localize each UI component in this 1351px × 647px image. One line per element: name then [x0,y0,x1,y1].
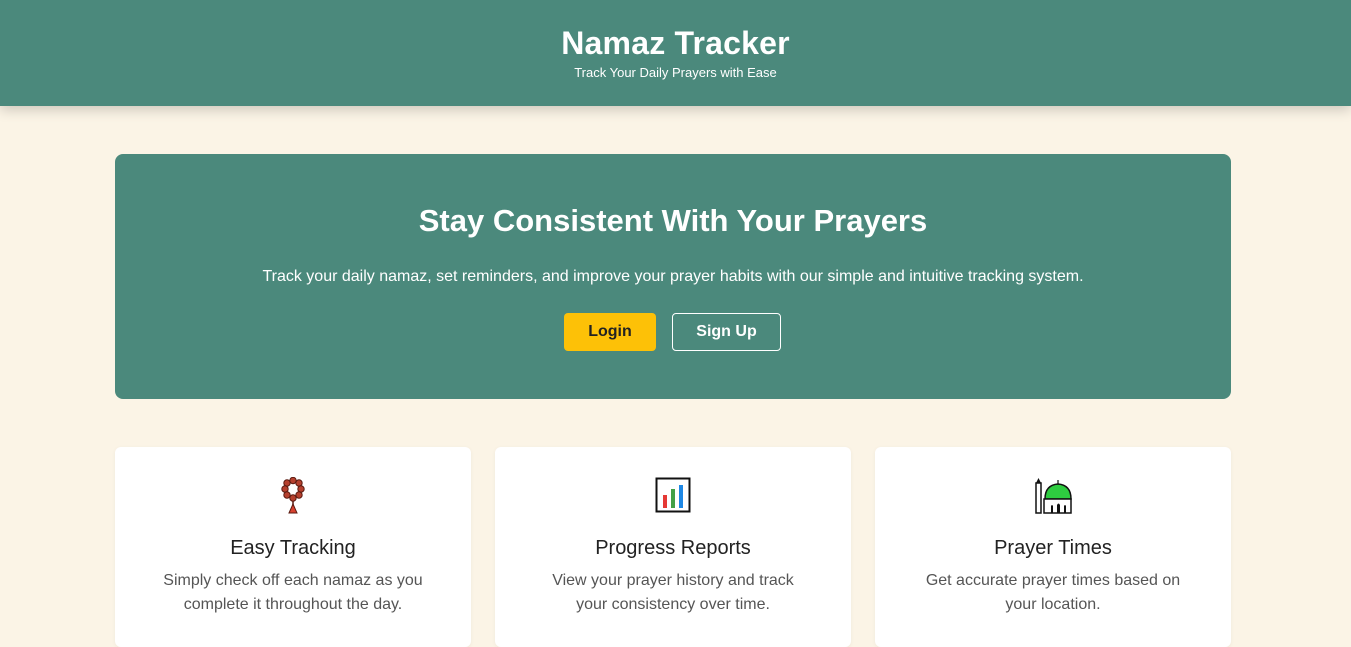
mosque-icon [875,477,1231,515]
hero-section: Stay Consistent With Your Prayers Track … [115,154,1231,399]
feature-description: Get accurate prayer times based on your … [925,572,1181,613]
prayer-beads-icon [115,477,471,515]
feature-card-progress-reports: Progress Reports View your prayer histor… [495,447,851,647]
feature-title: Prayer Times [994,537,1112,559]
feature-description: View your prayer history and track your … [552,572,794,613]
hero-description: Track your daily namaz, set reminders, a… [262,268,1084,285]
feature-card-prayer-times: Prayer Times Get accurate prayer times b… [875,447,1231,647]
site-title: Namaz Tracker [561,25,790,61]
feature-description: Simply check off each namaz as you compl… [163,572,423,613]
site-subtitle: Track Your Daily Prayers with Ease [574,65,777,80]
feature-card-easy-tracking: Easy Tracking Simply check off each nama… [115,447,471,647]
feature-title: Easy Tracking [230,537,356,559]
login-button[interactable]: Login [564,313,656,351]
feature-title: Progress Reports [595,537,751,559]
site-header: Namaz Tracker Track Your Daily Prayers w… [0,0,1351,106]
hero-title: Stay Consistent With Your Prayers [418,203,928,238]
bar-chart-icon [495,477,851,515]
signup-button[interactable]: Sign Up [672,313,781,351]
